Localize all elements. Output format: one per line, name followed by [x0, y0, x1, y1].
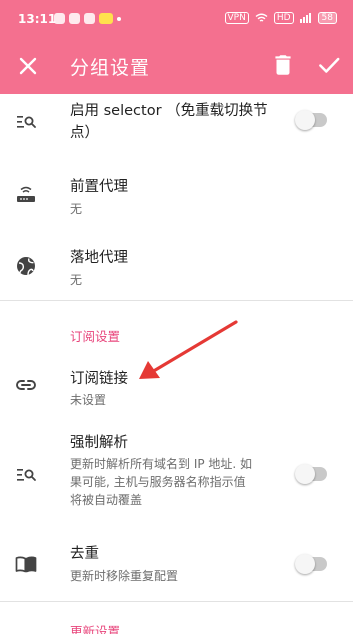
subscription-section-header: 订阅设置 — [70, 329, 121, 344]
notification-icon — [99, 13, 113, 24]
enable-selector-row[interactable]: 启用 selector （免重载切换节 点） — [0, 94, 353, 166]
landing-proxy-row[interactable]: 落地代理 无 — [0, 238, 353, 300]
page-title: 分组设置 — [70, 57, 151, 79]
enable-selector-title-cont: 点） — [70, 125, 99, 141]
router-icon — [17, 186, 35, 202]
enable-selector-title: 启用 selector （免重载切换节 — [70, 103, 268, 119]
manage-search-icon — [17, 116, 36, 128]
deduplicate-desc: 更新时移除重复配置 — [70, 569, 179, 583]
subscription-link-value: 未设置 — [70, 393, 107, 407]
force-resolve-title: 强制解析 — [70, 435, 128, 451]
close-icon[interactable] — [14, 52, 42, 80]
force-resolve-toggle[interactable] — [295, 464, 327, 484]
globe-icon — [17, 257, 35, 276]
force-resolve-desc-line3: 将被自动覆盖 — [70, 493, 143, 507]
update-section-header: 更新设置 — [70, 624, 121, 634]
wifi-icon — [255, 13, 268, 22]
hd-badge: HD — [273, 12, 294, 24]
toggle-knob — [295, 554, 315, 574]
landing-proxy-title: 落地代理 — [70, 250, 128, 266]
signal-icon — [299, 13, 311, 23]
notification-icon — [54, 13, 65, 24]
deduplicate-title: 去重 — [70, 546, 99, 562]
divider — [0, 601, 353, 602]
force-resolve-row[interactable]: 强制解析 更新时解析所有域名到 IP 地址. 如 果可能, 主机与服务器名称指示… — [0, 428, 353, 524]
notification-icon — [84, 13, 95, 24]
status-bar: 13:11 VPN HD 58 — [0, 0, 353, 38]
status-time: 13:11 — [18, 12, 57, 26]
system-icons: VPN HD 58 — [224, 12, 337, 24]
landing-proxy-value: 无 — [70, 273, 83, 287]
toggle-knob — [295, 464, 315, 484]
vpn-badge: VPN — [224, 12, 249, 24]
more-dot-icon — [117, 16, 121, 21]
app-bar: 分组设置 — [0, 38, 353, 94]
enable-selector-toggle[interactable] — [295, 110, 327, 130]
settings-list: 启用 selector （免重载切换节 点） 前置代理 无 落地代理 无 订阅设… — [0, 94, 353, 634]
force-resolve-desc-line2: 果可能, 主机与服务器名称指示值 — [70, 475, 246, 489]
confirm-check-icon[interactable] — [316, 52, 342, 78]
annotation-arrow — [139, 320, 238, 379]
notification-icon — [69, 13, 80, 24]
toggle-knob — [295, 110, 315, 130]
front-proxy-value: 无 — [70, 202, 83, 216]
front-proxy-title: 前置代理 — [70, 179, 128, 195]
delete-icon[interactable] — [270, 52, 296, 78]
battery-icon: 58 — [317, 12, 337, 24]
subscription-link-title: 订阅链接 — [70, 371, 128, 387]
manage-search-icon — [17, 469, 36, 481]
front-proxy-row[interactable]: 前置代理 无 — [0, 166, 353, 238]
notification-icons — [54, 13, 121, 24]
link-icon — [16, 380, 36, 390]
deduplicate-row[interactable]: 去重 更新时移除重复配置 — [0, 534, 353, 598]
deduplicate-toggle[interactable] — [295, 554, 327, 574]
force-resolve-desc-line1: 更新时解析所有域名到 IP 地址. 如 — [70, 457, 253, 471]
divider — [0, 300, 353, 301]
book-icon — [15, 556, 37, 573]
